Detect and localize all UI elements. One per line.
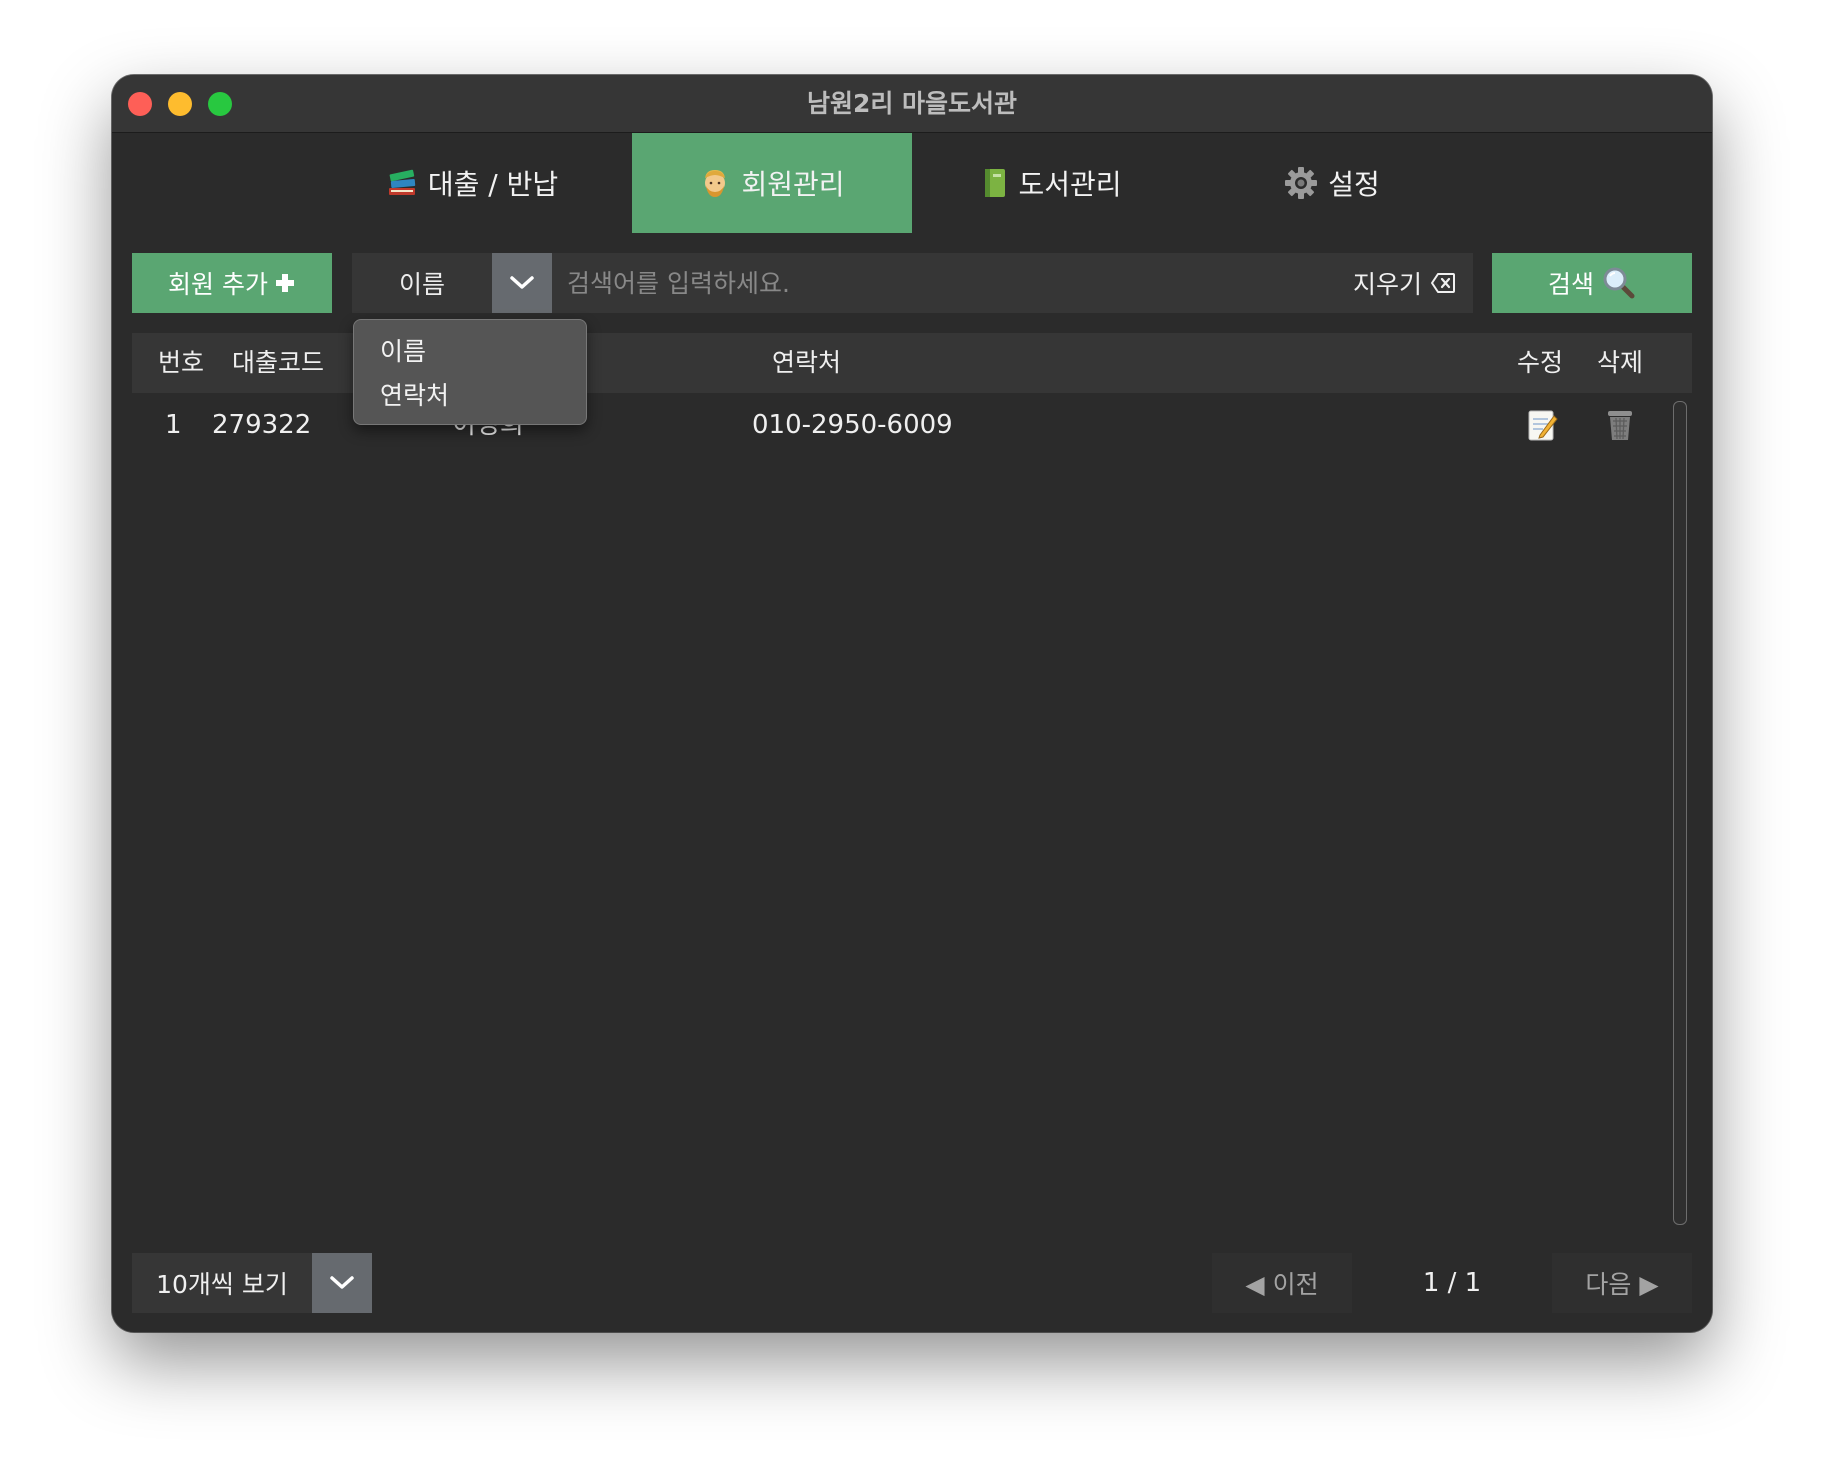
chevron-down-icon [509, 275, 535, 291]
tab-label: 회원관리 [741, 168, 845, 201]
add-member-button[interactable]: 회원 추가 [132, 253, 332, 313]
search-field-dropdown-button[interactable] [492, 253, 552, 313]
member-table: 번호 대출코드 연락처 수정 삭제 1 279322 이성희 010-2950-… [132, 333, 1692, 1233]
title-bar[interactable]: 남원2리 마을도서관 [112, 75, 1712, 133]
prev-page-label: ◀ 이전 [1245, 1270, 1319, 1299]
edit-button[interactable] [1522, 395, 1562, 455]
tab-book-management[interactable]: 도서관리 [912, 133, 1192, 233]
pagination-bar: 10개씩 보기 ◀ 이전 1 / 1 다음 ▶ [112, 1233, 1712, 1332]
search-field-value: 이름 [398, 270, 445, 299]
green-book-icon [982, 167, 1008, 199]
header-no: 번호 [158, 348, 205, 377]
delete-button[interactable] [1600, 395, 1640, 455]
next-page-label: 다음 ▶ [1585, 1270, 1659, 1299]
search-field-select[interactable]: 이름 [352, 253, 492, 313]
search-button[interactable]: 검색 [1492, 253, 1692, 313]
search-label: 검색 [1547, 270, 1594, 299]
search-bar: 이름 지우기 [352, 253, 1473, 313]
clear-label: 지우기 [1352, 270, 1422, 299]
clear-search-button[interactable]: 지우기 [1342, 253, 1467, 313]
tab-member-management[interactable]: 회원관리 [632, 133, 912, 233]
cell-no: 1 [165, 410, 182, 440]
person-icon [699, 166, 731, 200]
search-icon [1602, 266, 1636, 300]
gear-icon [1284, 166, 1318, 200]
tab-settings[interactable]: 설정 [1192, 133, 1472, 233]
per-page-select[interactable]: 10개씩 보기 [132, 1253, 312, 1313]
per-page-dropdown-button[interactable] [312, 1253, 372, 1313]
window-title: 남원2리 마을도서관 [806, 89, 1018, 118]
scrollbar-thumb[interactable] [1673, 401, 1687, 1225]
prev-page-button[interactable]: ◀ 이전 [1212, 1253, 1352, 1313]
chevron-down-icon [329, 1275, 355, 1291]
table-scrollbar[interactable] [1670, 401, 1687, 1231]
page-indicator: 1 / 1 [1422, 1268, 1482, 1298]
trash-icon [1605, 408, 1635, 442]
tab-label: 대출 / 반납 [427, 168, 559, 201]
tab-loan-return[interactable]: 대출 / 반납 [332, 133, 612, 233]
cell-contact: 010-2950-6009 [752, 410, 953, 440]
cell-code: 279322 [212, 410, 312, 440]
plus-icon [274, 272, 296, 294]
header-contact: 연락처 [772, 348, 842, 377]
per-page-label: 10개씩 보기 [156, 1270, 288, 1299]
search-input[interactable] [567, 261, 1327, 305]
books-icon [386, 168, 418, 198]
toolbar: 회원 추가 이름 지우기 [112, 233, 1712, 333]
header-delete: 삭제 [1597, 348, 1644, 377]
header-code: 대출코드 [232, 348, 325, 377]
search-field-dropdown: 이름 연락처 [353, 319, 587, 425]
next-page-button[interactable]: 다음 ▶ [1552, 1253, 1692, 1313]
tab-label: 도서관리 [1018, 168, 1122, 201]
app-window: 남원2리 마을도서관 대출 / 반납 회원관리 도서관리 설정 회원 추가 이름… [112, 75, 1712, 1332]
tab-label: 설정 [1328, 168, 1380, 201]
main-tabs: 대출 / 반납 회원관리 도서관리 설정 [112, 133, 1712, 233]
dropdown-option-name[interactable]: 이름 [380, 332, 426, 368]
dropdown-option-contact[interactable]: 연락처 [380, 376, 449, 412]
clear-icon [1430, 272, 1456, 294]
header-edit: 수정 [1517, 348, 1564, 377]
memo-icon [1526, 408, 1558, 442]
add-member-label: 회원 추가 [168, 270, 268, 299]
